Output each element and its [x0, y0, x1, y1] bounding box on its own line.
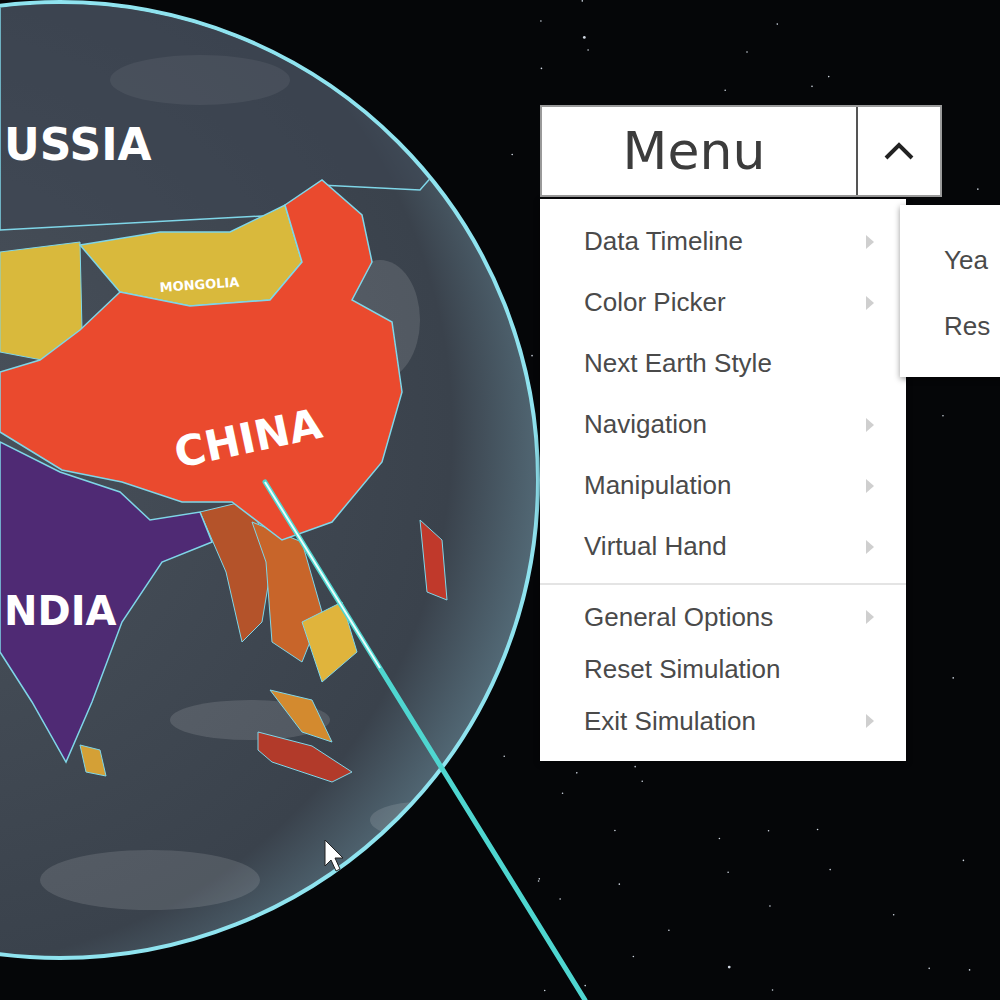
- star: [969, 969, 971, 971]
- star: [963, 860, 965, 862]
- star: [977, 188, 979, 190]
- submenu-arrow-icon: [866, 540, 874, 554]
- submenu-arrow-icon: [866, 296, 874, 310]
- star: [544, 990, 546, 992]
- menu-item-label: Reset Simulation: [584, 654, 781, 685]
- star: [928, 968, 930, 970]
- star: [768, 830, 770, 832]
- menu-item-label: Navigation: [584, 409, 707, 440]
- country-region[interactable]: [420, 520, 447, 600]
- cloud: [40, 850, 260, 910]
- star: [668, 929, 670, 931]
- menu-item[interactable]: Manipulation: [540, 455, 906, 516]
- star: [559, 898, 561, 900]
- menu-item-label: General Options: [584, 602, 773, 633]
- star: [511, 154, 513, 156]
- menu-item[interactable]: Exit Simulation: [540, 695, 906, 747]
- menu-item-label: Next Earth Style: [584, 348, 772, 379]
- cursor-icon: [325, 840, 343, 871]
- star: [811, 86, 813, 88]
- submenu-item[interactable]: Res: [900, 293, 1000, 359]
- country-label: CHINA: [170, 399, 327, 478]
- star: [634, 766, 636, 768]
- menu-item-label: Virtual Hand: [584, 531, 727, 562]
- country-shape[interactable]: [80, 205, 302, 306]
- menu-item-label: Data Timeline: [584, 226, 743, 257]
- star: [829, 869, 831, 871]
- country-shape[interactable]: [0, 0, 490, 230]
- menu-item-label: Exit Simulation: [584, 706, 756, 737]
- menu-toggle[interactable]: [856, 107, 940, 195]
- menu-item[interactable]: Next Earth Style: [540, 333, 906, 394]
- star: [769, 905, 771, 907]
- menu-item[interactable]: Navigation: [540, 394, 906, 455]
- star: [583, 36, 586, 39]
- menu-header[interactable]: Menu: [540, 105, 942, 197]
- star: [828, 76, 830, 78]
- menu-title[interactable]: Menu: [542, 107, 856, 195]
- submenu-arrow-icon: [866, 235, 874, 249]
- star: [817, 829, 819, 831]
- star: [587, 49, 589, 51]
- submenu-arrow-icon: [866, 610, 874, 624]
- submenu: YeaRes: [900, 205, 1000, 377]
- star: [581, 0, 583, 2]
- menu-separator: [540, 583, 906, 585]
- menu-item[interactable]: Data Timeline: [540, 211, 906, 272]
- country-label: MONGOLIA: [159, 274, 240, 295]
- submenu-arrow-icon: [866, 479, 874, 493]
- country-region[interactable]: [258, 732, 352, 782]
- country-label: NDIA: [4, 588, 117, 634]
- submenu-arrow-icon: [866, 714, 874, 728]
- menu-item-label: Manipulation: [584, 470, 731, 501]
- menu-item[interactable]: Color Picker: [540, 272, 906, 333]
- menu-item[interactable]: Virtual Hand: [540, 516, 906, 577]
- star: [724, 89, 726, 91]
- country-label: USSIA: [4, 119, 152, 170]
- star: [541, 68, 543, 70]
- star: [719, 838, 721, 840]
- star: [776, 23, 778, 25]
- menu-item-label: Color Picker: [584, 287, 726, 318]
- star: [576, 772, 578, 774]
- menu: MenuData TimelineColor PickerNext Earth …: [540, 105, 942, 197]
- star: [584, 985, 586, 987]
- star: [614, 830, 616, 832]
- star: [538, 880, 540, 882]
- star: [728, 966, 731, 969]
- star: [942, 415, 944, 417]
- star: [619, 883, 621, 885]
- star: [641, 780, 643, 782]
- star: [562, 792, 564, 794]
- country-region[interactable]: [80, 745, 106, 776]
- menu-dropdown: Data Timeline Color Picker Next Earth Styl…: [540, 199, 906, 761]
- star: [538, 878, 540, 880]
- laser-highlight: [265, 482, 380, 668]
- country-region[interactable]: [270, 690, 332, 742]
- star: [772, 989, 774, 991]
- chevron-up-icon: [882, 140, 916, 162]
- star: [633, 956, 635, 958]
- menu-group: General Options Reset Simulation Exit Simu…: [540, 577, 906, 747]
- submenu-item[interactable]: Yea: [900, 227, 1000, 293]
- star: [503, 755, 505, 757]
- menu-group: Data Timeline Color Picker Next Earth Styl…: [540, 211, 906, 577]
- laser-pointer: [265, 482, 585, 1000]
- vr-scene: USSIAMONGOLIACHINANDIAMenuData TimelineC…: [0, 0, 1000, 1000]
- star: [727, 872, 729, 874]
- star: [540, 20, 542, 22]
- star: [952, 677, 954, 679]
- star: [746, 51, 748, 53]
- menu-item[interactable]: General Options: [540, 591, 906, 643]
- cloud: [370, 802, 470, 838]
- country-shape[interactable]: [0, 442, 212, 762]
- menu-item[interactable]: Reset Simulation: [540, 643, 906, 695]
- star: [893, 914, 895, 916]
- star: [531, 355, 533, 357]
- submenu-arrow-icon: [866, 418, 874, 432]
